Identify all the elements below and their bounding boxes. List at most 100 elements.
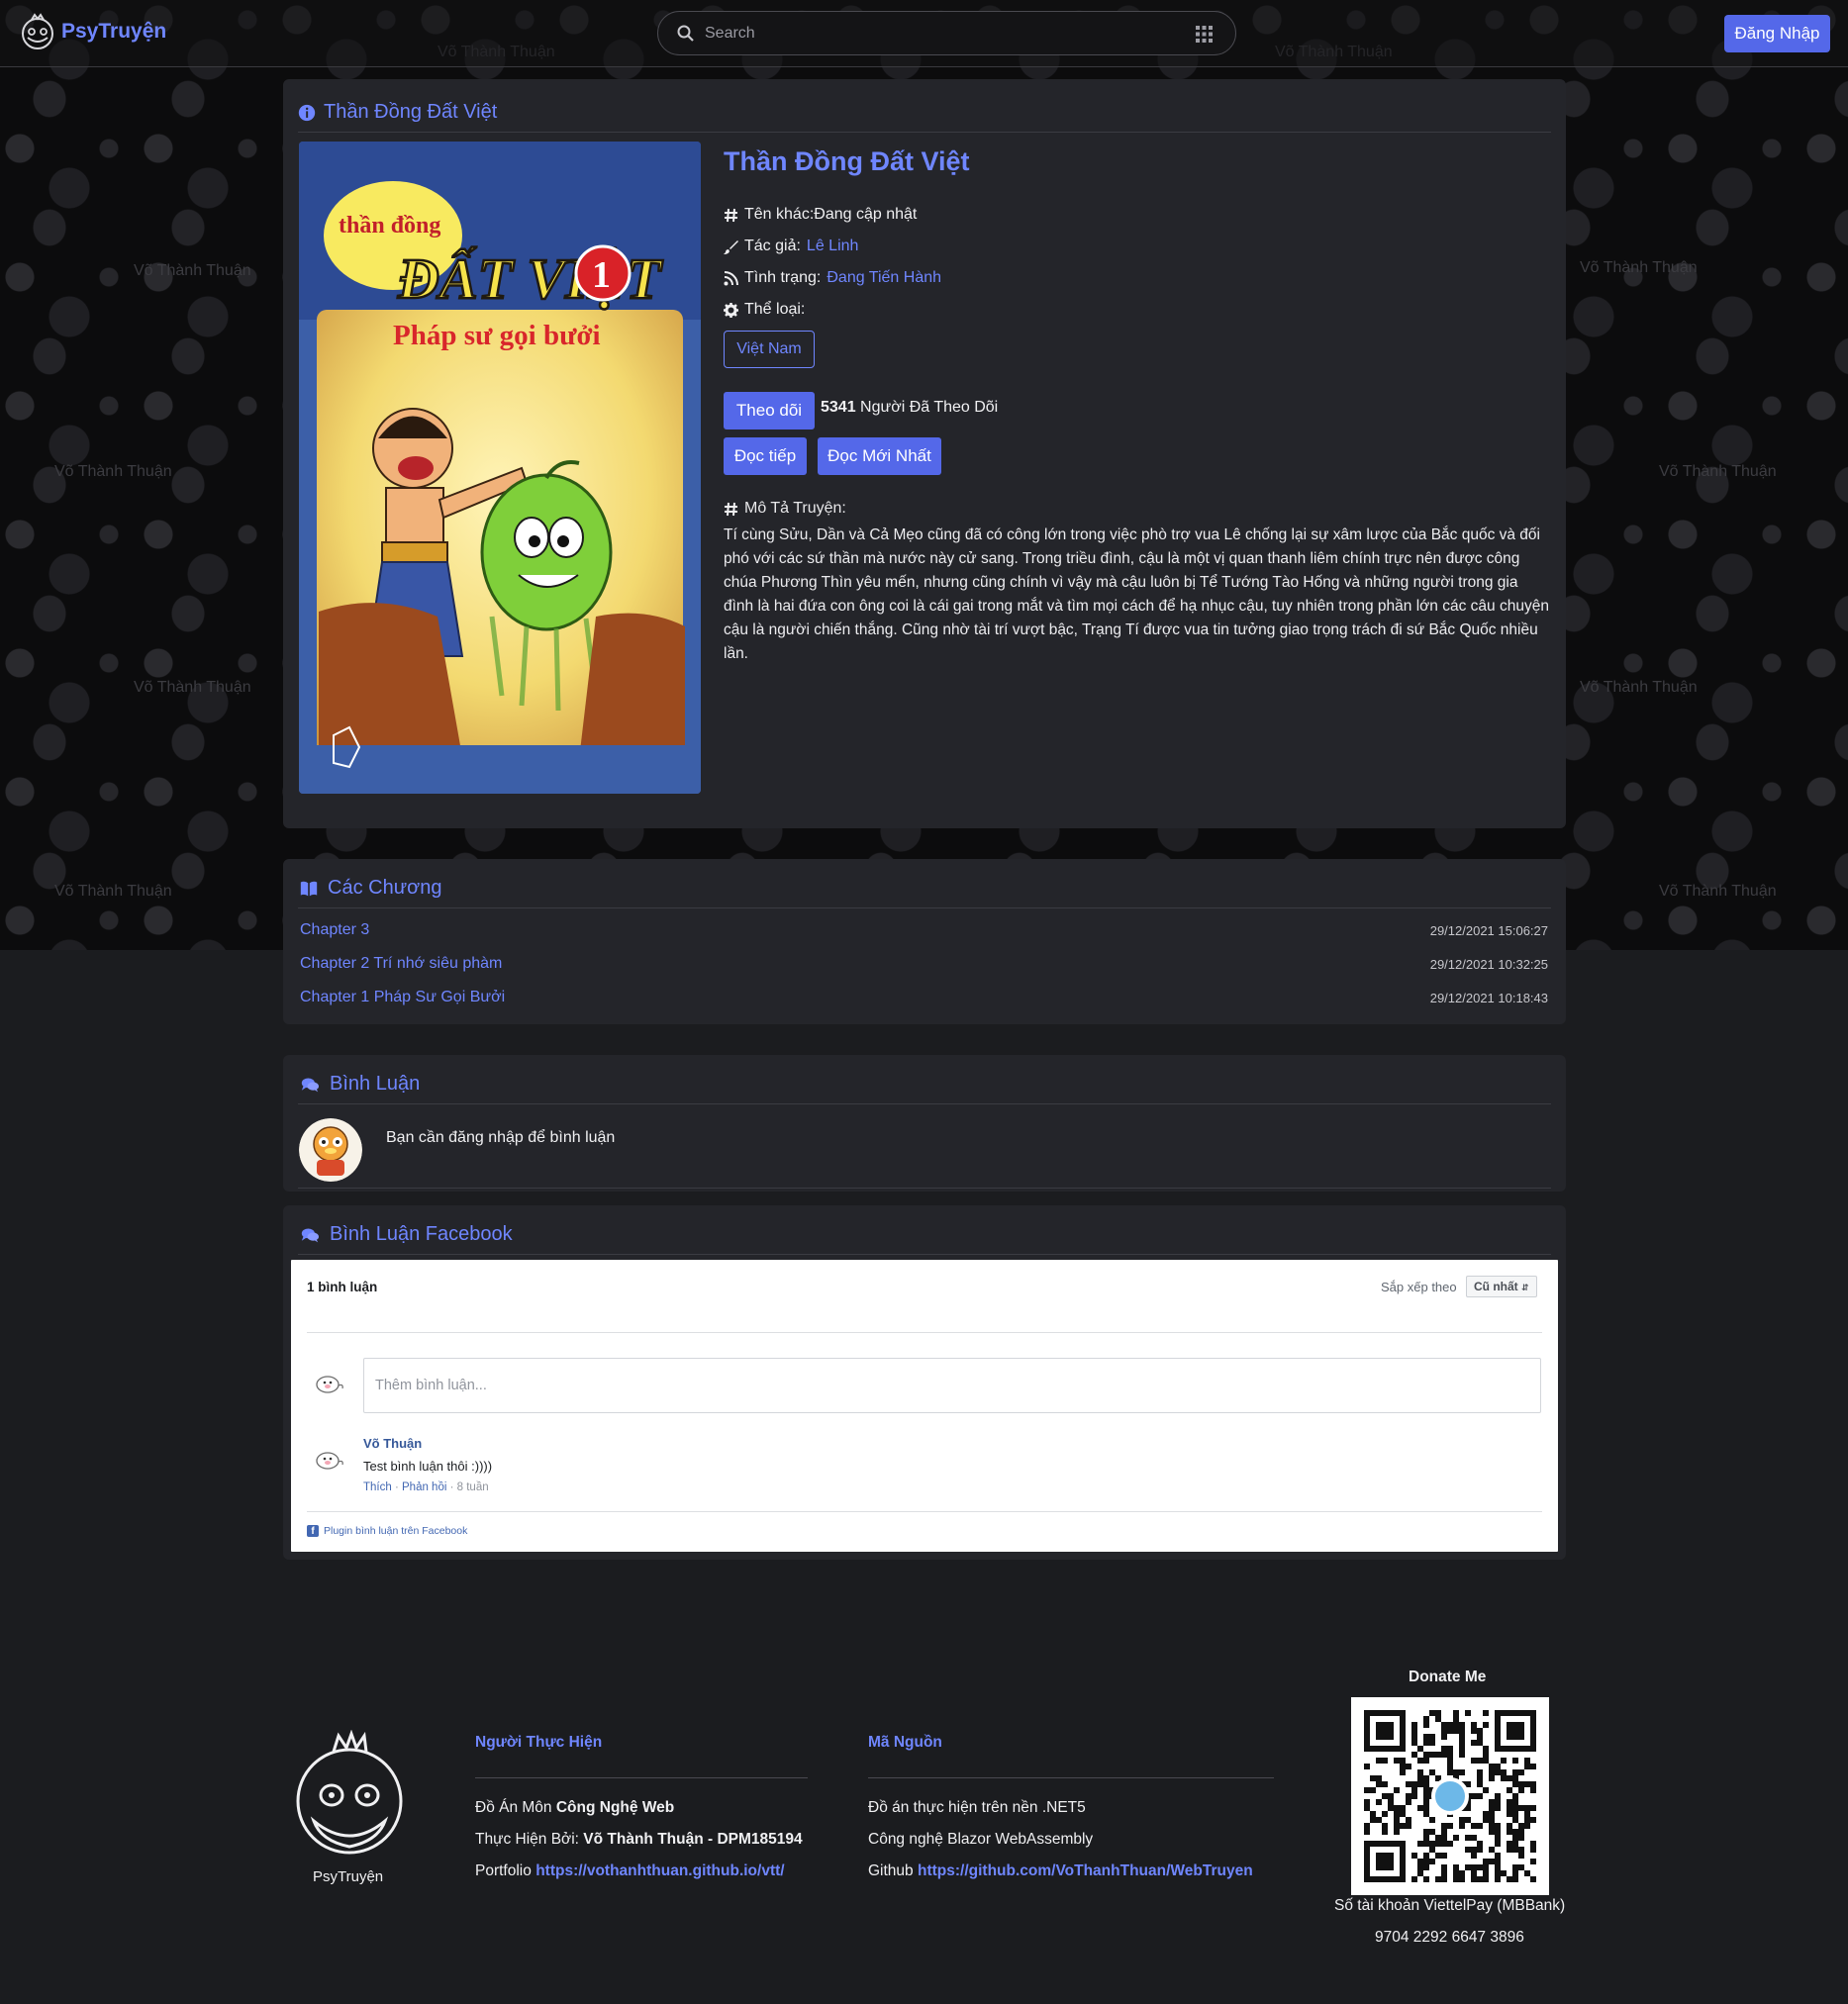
fb-like-link[interactable]: Thích xyxy=(363,1481,392,1493)
chapter-date: 29/12/2021 15:06:27 xyxy=(1429,922,1548,938)
fb-sort-label: Sắp xếp theo xyxy=(1381,1280,1457,1294)
cover-series-small: thần đồng xyxy=(339,213,440,239)
chapter-row[interactable]: Chapter 1 Pháp Sư Gọi Bưởi 29/12/2021 10… xyxy=(300,985,1548,1010)
book-open-icon xyxy=(300,881,318,896)
login-button[interactable]: Đăng Nhập xyxy=(1724,15,1830,52)
fb-commenter-avatar[interactable] xyxy=(311,1442,346,1478)
footer-portfolio-line: Portfolio https://vothanhthuan.github.io… xyxy=(475,1862,785,1879)
donate-title: Donate Me xyxy=(1409,1669,1487,1685)
fb-comment-text: Test bình luận thôi :)))) xyxy=(363,1459,493,1474)
comments-title: Bình Luận xyxy=(330,1073,421,1095)
watermark: Võ Thành Thuận xyxy=(1659,883,1777,900)
footer-github-line: Github https://github.com/VoThanhThuan/W… xyxy=(868,1862,1253,1879)
comments-icon xyxy=(301,1077,319,1092)
fb-comment-count: 1 bình luận xyxy=(307,1280,378,1294)
fb-comment-input[interactable] xyxy=(363,1358,1541,1413)
other-name-row: Tên khác:Đang cập nhật xyxy=(724,206,917,224)
chapter-date: 29/12/2021 10:18:43 xyxy=(1429,990,1548,1005)
brand-name: PsyTruyện xyxy=(61,20,167,43)
fb-sort-select[interactable]: Cũ nhất ⇵ xyxy=(1466,1276,1537,1297)
divider xyxy=(307,1332,1542,1333)
hashtag-icon xyxy=(725,208,737,222)
bank-account-label: Số tài khoản ViettelPay (MBBank) xyxy=(1334,1897,1566,1914)
author-link[interactable]: Lê Linh xyxy=(807,238,859,255)
author-row: Tác giả: Lê Linh xyxy=(724,238,858,255)
fb-comment-author[interactable]: Võ Thuận xyxy=(363,1436,422,1451)
hashtag-icon xyxy=(725,502,737,516)
rss-icon xyxy=(724,270,738,285)
psyduck-logo-icon xyxy=(296,1730,403,1855)
footer-course-line: Đồ Án Môn Công Nghệ Web xyxy=(475,1799,675,1816)
footer-platform-line: Đồ án thực hiện trên nền .NET5 xyxy=(868,1799,1086,1816)
footer-source-title: Mã Nguồn xyxy=(868,1734,942,1751)
footer-author-title: Người Thực Hiện xyxy=(475,1734,603,1751)
fb-card-header: Bình Luận Facebook xyxy=(298,1215,1551,1255)
bank-account-number: 9704 2292 6647 3896 xyxy=(1375,1929,1524,1946)
chapter-link[interactable]: Chapter 3 xyxy=(300,921,369,939)
description-text: Tí cùng Sửu, Dần và Cả Mẹo cũng đã có cô… xyxy=(724,526,1549,662)
portfolio-link[interactable]: https://vothanhthuan.github.io/vtt/ xyxy=(535,1862,784,1879)
divider xyxy=(475,1777,808,1778)
watermark: Võ Thành Thuận xyxy=(134,679,251,696)
github-link[interactable]: https://github.com/VoThanhThuan/WebTruye… xyxy=(918,1862,1253,1879)
brand[interactable]: PsyTruyện xyxy=(18,12,166,51)
chapter-link[interactable]: Chapter 2 Trí nhớ siêu phàm xyxy=(300,955,502,973)
watermark: Võ Thành Thuận xyxy=(134,262,251,279)
divider xyxy=(868,1777,1274,1778)
fb-user-avatar xyxy=(316,1376,343,1393)
chapter-link[interactable]: Chapter 1 Pháp Sư Gọi Bưởi xyxy=(300,989,505,1006)
search-input[interactable] xyxy=(705,21,1150,47)
footer-source-column: Mã Nguồn Đồ án thực hiện trên nền .NET5 … xyxy=(868,1734,1274,1879)
watermark: Võ Thành Thuận xyxy=(54,463,172,480)
apps-grid-icon[interactable] xyxy=(1196,26,1213,43)
chapters-card: Các Chương Chapter 3 29/12/2021 15:06:27… xyxy=(283,859,1566,1024)
facebook-icon: f xyxy=(307,1525,319,1537)
info-card-header: Thần Đồng Đất Việt xyxy=(298,93,1551,133)
chapter-date: 29/12/2021 10:32:25 xyxy=(1429,956,1548,972)
divider xyxy=(298,1188,1551,1189)
watermark: Võ Thành Thuận xyxy=(1580,259,1698,276)
genre-tag-button[interactable]: Việt Nam xyxy=(724,331,815,368)
psyduck-logo-icon xyxy=(22,13,53,49)
status-label: Tình trạng: xyxy=(744,269,822,286)
fb-comment-age[interactable]: 8 tuần xyxy=(457,1481,489,1493)
facebook-comments-plugin: 1 bình luận Sắp xếp theo Cũ nhất ⇵ Võ Th… xyxy=(291,1260,1558,1552)
fb-comments-title: Bình Luận Facebook xyxy=(330,1223,513,1245)
comments-card: Bình Luận Bạn cần đăng nhập để bình luận xyxy=(283,1055,1566,1192)
footer-tech-line: Công nghệ Blazor WebAssembly xyxy=(868,1831,1094,1848)
chapter-row[interactable]: Chapter 2 Trí nhớ siêu phàm 29/12/2021 1… xyxy=(300,951,1548,977)
login-required-note: Bạn cần đăng nhập để bình luận xyxy=(386,1129,616,1146)
avatar xyxy=(299,1118,362,1182)
watermark: Võ Thành Thuận xyxy=(1659,463,1777,480)
footer-author-line: Thực Hiện Bởi: Võ Thành Thuận - DPM18519… xyxy=(475,1831,803,1848)
continue-reading-button[interactable]: Đọc tiếp xyxy=(724,437,807,475)
author-label: Tác giả: xyxy=(744,238,801,254)
follow-count: 5341 Người Đã Theo Dõi xyxy=(821,399,999,416)
chapters-title: Các Chương xyxy=(328,877,442,899)
fb-reply-link[interactable]: Phản hồi xyxy=(402,1481,446,1493)
gear-icon xyxy=(724,302,738,318)
status-value: Đang Tiến Hành xyxy=(827,269,942,286)
brush-icon xyxy=(724,239,738,254)
read-latest-button[interactable]: Đọc Mới Nhất xyxy=(818,437,941,475)
description-label: Mô Tả Truyện: xyxy=(724,500,846,518)
fb-comment-actions: Thích · Phản hồi · 8 tuần xyxy=(363,1481,489,1493)
manga-info-card: Thần Đồng Đất Việt thần đồng ĐẤT VIỆT 1 … xyxy=(283,79,1566,828)
chapter-row[interactable]: Chapter 3 29/12/2021 15:06:27 xyxy=(300,917,1548,943)
footer-brand: PsyTruyện xyxy=(313,1868,384,1885)
info-card-title: Thần Đồng Đất Việt xyxy=(324,101,498,123)
fb-plugin-link[interactable]: f Plugin bình luận trên Facebook xyxy=(307,1525,467,1537)
search-bar[interactable] xyxy=(657,11,1236,55)
status-row: Tình trạng: Đang Tiến Hành xyxy=(724,269,941,287)
manga-cover-image[interactable]: thần đồng ĐẤT VIỆT 1 Pháp sư gọi bưởi xyxy=(299,142,701,794)
footer-author-column: Người Thực Hiện Đồ Án Môn Công Nghệ Web … xyxy=(475,1734,808,1879)
comments-icon xyxy=(301,1227,319,1242)
genre-label: Thể loại: xyxy=(744,301,806,318)
comments-card-header: Bình Luận xyxy=(298,1065,1551,1104)
watermark: Võ Thành Thuận xyxy=(1580,679,1698,696)
search-icon xyxy=(677,25,694,42)
info-circle-icon xyxy=(298,104,316,121)
cover-volume: 1 xyxy=(592,254,611,296)
follow-button[interactable]: Theo dõi xyxy=(724,392,815,429)
manga-title: Thần Đồng Đất Việt xyxy=(724,146,970,176)
